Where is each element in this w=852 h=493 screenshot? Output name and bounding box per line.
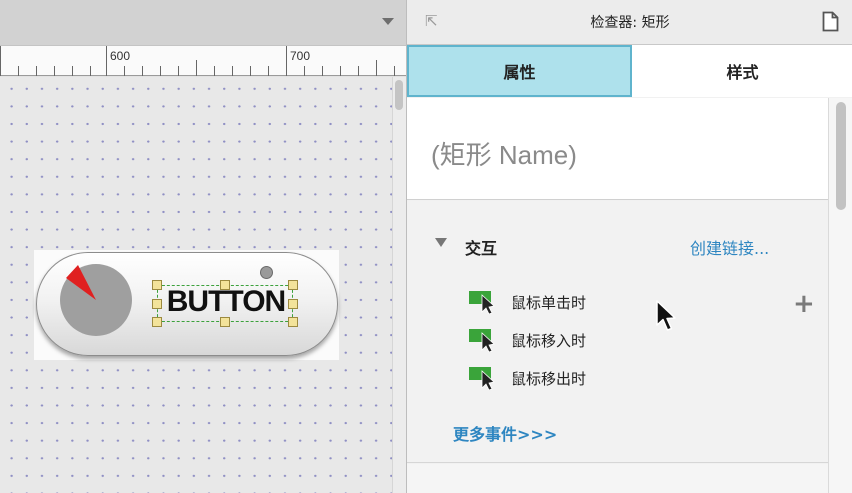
inspector-panel: ⇱ 检查器: 矩形 属性 样式 (矩形 Name) 交互 创建链接... 鼠标单… — [406, 0, 852, 493]
ruler-ticks — [0, 46, 395, 76]
horizontal-ruler: 600 700 — [0, 46, 406, 76]
more-events-link[interactable]: 更多事件>>> — [453, 421, 557, 445]
canvas-scrollbar[interactable] — [392, 77, 406, 493]
rotate-handle[interactable] — [260, 266, 273, 279]
resize-handle-bottom-left[interactable] — [152, 317, 162, 327]
tab-style[interactable]: 样式 — [632, 45, 852, 97]
add-event-button[interactable]: + — [793, 291, 815, 317]
widget-name-field[interactable]: (矩形 Name) — [431, 135, 577, 172]
mouse-pointer-icon — [656, 300, 676, 331]
resize-handle-top-center[interactable] — [220, 280, 230, 290]
canvas-toolbar — [0, 0, 406, 46]
event-label: 鼠标移出时 — [511, 369, 587, 388]
chevron-down-icon[interactable] — [382, 18, 394, 25]
tab-properties[interactable]: 属性 — [407, 45, 632, 97]
create-link-link[interactable]: 创建链接... — [690, 235, 769, 259]
event-item-onmouseleave[interactable]: 鼠标移出时 — [469, 363, 586, 393]
resize-handle-middle-left[interactable] — [152, 299, 162, 309]
canvas-scrollbar-thumb[interactable] — [395, 80, 403, 110]
event-item-onmouseenter[interactable]: 鼠标移入时 — [469, 325, 586, 355]
resize-handle-top-left[interactable] — [152, 280, 162, 290]
pie-chart-icon — [60, 264, 132, 336]
inspector-tabs: 属性 样式 — [407, 45, 852, 97]
resize-handle-bottom-center[interactable] — [220, 317, 230, 327]
interaction-section-title: 交互 — [465, 239, 498, 258]
triangle-down-icon[interactable] — [435, 238, 447, 247]
widget-name-box[interactable]: (矩形 Name) — [407, 98, 828, 200]
interaction-section: 交互 创建链接... 鼠标单击时 鼠标移入时 鼠标移出时 + 更多事件>>> — [407, 201, 828, 463]
event-cursor-icon — [469, 366, 497, 391]
ruler-label-600: 600 — [110, 49, 131, 63]
event-label: 鼠标单击时 — [511, 293, 587, 312]
resize-handle-middle-right[interactable] — [288, 299, 298, 309]
inspector-header: ⇱ 检查器: 矩形 — [407, 0, 852, 45]
event-cursor-icon — [469, 290, 497, 315]
ruler-label-700: 700 — [290, 49, 311, 63]
resize-handle-bottom-right[interactable] — [288, 317, 298, 327]
event-cursor-icon — [469, 328, 497, 353]
document-icon[interactable] — [822, 11, 839, 32]
event-item-onclick[interactable]: 鼠标单击时 — [469, 287, 586, 317]
next-section-stub — [407, 464, 828, 493]
inspector-scrollbar-thumb[interactable] — [836, 102, 846, 210]
resize-handle-top-right[interactable] — [288, 280, 298, 290]
event-label: 鼠标移入时 — [511, 331, 587, 350]
design-canvas-pane[interactable]: 600 700 BUTTON — [0, 0, 406, 493]
inspector-title: 检查器: 矩形 — [590, 15, 670, 31]
